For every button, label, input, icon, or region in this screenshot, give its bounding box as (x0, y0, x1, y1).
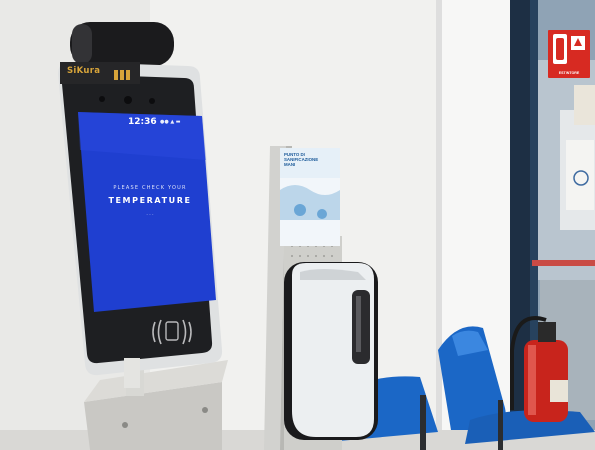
kiosk-brand-logo: SiKura (67, 66, 101, 76)
screen-hint: · · · (146, 213, 154, 218)
poster-title: PUNTO DI SANIFICAZIONE MANI (284, 152, 338, 168)
fire-sign-label: ESTINTORE (558, 71, 580, 75)
hand-sanitizer-dispenser (284, 262, 378, 440)
poster-title-line: MANI (284, 162, 296, 168)
screen-status-icons: ●● ▲ ▬ (160, 119, 181, 125)
screen-headline: TEMPERATURE (108, 196, 192, 205)
screen-prompt: PLEASE CHECK YOUR (113, 185, 187, 191)
kiosk-pole (124, 358, 140, 388)
screen-clock: 12:36 (128, 117, 157, 127)
